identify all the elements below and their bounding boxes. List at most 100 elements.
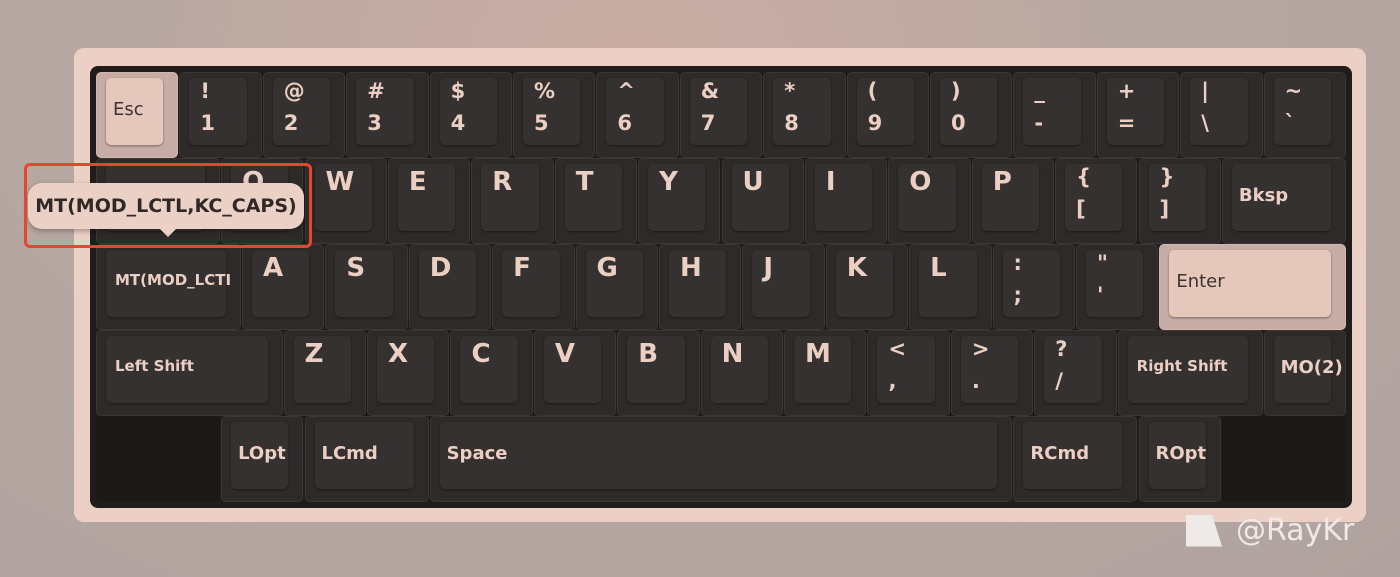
key-f[interactable]: F (492, 244, 575, 330)
key-z[interactable]: Z (283, 330, 367, 416)
key-s[interactable]: S (325, 244, 408, 330)
key-o[interactable]: O (888, 158, 971, 244)
key-legend-bottom: 5 (534, 111, 549, 135)
key-legend-letter: I (825, 167, 836, 197)
key-i[interactable]: I (804, 158, 888, 244)
key-enter[interactable]: Enter (1159, 244, 1346, 330)
key-legend-letter: F (513, 253, 531, 283)
key-l[interactable]: L (909, 244, 992, 330)
key--[interactable]: <, (867, 330, 950, 416)
keycap-top (960, 336, 1019, 403)
key--[interactable]: _ - (1013, 72, 1096, 158)
key--[interactable]: | \ (1180, 72, 1263, 158)
key-9[interactable]: (9 (846, 72, 929, 158)
key-1[interactable]: ! 1 (179, 72, 262, 158)
key-legend-label: Left Shift (115, 357, 194, 375)
key-3[interactable]: #3 (346, 72, 429, 158)
key-legend-letter: O (909, 167, 932, 197)
key-legend-letter: Z (304, 339, 324, 369)
key-ropt[interactable]: ROpt (1138, 416, 1221, 502)
key-r[interactable]: R (471, 158, 554, 244)
key-legend-bottom: 0 (951, 111, 966, 135)
key-right-shift[interactable]: Right Shift (1117, 330, 1263, 416)
key-u[interactable]: U (721, 158, 804, 244)
key-legend-bottom: = (1117, 111, 1136, 135)
key-y[interactable]: Y (638, 158, 721, 244)
watermark-logo-icon (1186, 514, 1222, 547)
key-6[interactable]: ^ 6 (596, 72, 679, 158)
key-legend-letter: L (930, 253, 947, 283)
key-legend-letter: P (992, 167, 1012, 197)
key-legend-top: $ (450, 79, 466, 103)
key-w[interactable]: W (304, 158, 387, 244)
key-0[interactable]: ) 0 (930, 72, 1013, 158)
key-lopt[interactable]: LOpt (221, 416, 304, 502)
key-k[interactable]: K (825, 244, 909, 330)
key-mo-2-[interactable]: MO(2) (1263, 330, 1346, 416)
key-legend-letter: G (596, 253, 618, 283)
key-2[interactable]: @2 (262, 72, 346, 158)
key-legend-top: ? (1055, 337, 1068, 361)
key-e[interactable]: E (387, 158, 471, 244)
key-legend-bottom: , (888, 369, 897, 393)
key-legend-letter: D (429, 253, 452, 283)
keycap-top (1085, 250, 1144, 317)
key-legend-letter: V (554, 339, 575, 369)
key-legend-top: + (1117, 79, 1136, 103)
key-h[interactable]: H (658, 244, 742, 330)
key-space[interactable]: Space (429, 416, 1013, 502)
key-legend-letter: Y (659, 167, 678, 197)
empty-slot (96, 416, 221, 502)
key-legend-top: ) (951, 79, 961, 103)
key-j[interactable]: J (742, 244, 825, 330)
key-esc[interactable]: Esc (96, 72, 179, 158)
key-mt-mod-lcti[interactable]: MT(MOD_LCTI (96, 244, 241, 330)
key-legend-bottom: 3 (367, 111, 382, 135)
key-legend-top: * (784, 79, 796, 103)
key-legend-top: } (1159, 165, 1175, 189)
key--[interactable]: :; (992, 244, 1075, 330)
key-b[interactable]: B (617, 330, 700, 416)
key-legend-bottom: [ (1076, 197, 1086, 221)
keycap-top (773, 78, 831, 145)
key--[interactable]: ~ ` (1263, 72, 1346, 158)
key-4[interactable]: $4 (429, 72, 512, 158)
key-7[interactable]: & 7 (679, 72, 763, 158)
key-x[interactable]: X (367, 330, 450, 416)
key-legend-label: Esc (113, 99, 144, 120)
key--[interactable]: {[ (1055, 158, 1138, 244)
key-legend-letter: J (763, 253, 774, 283)
key-lcmd[interactable]: LCmd (304, 416, 429, 502)
key-legend-label: Space (446, 443, 508, 464)
key--[interactable]: }] (1138, 158, 1221, 244)
key-p[interactable]: P (971, 158, 1055, 244)
key--[interactable]: ? / (1034, 330, 1117, 416)
key-5[interactable]: % 5 (513, 72, 596, 158)
key-legend-letter: W (325, 167, 355, 197)
key-legend-bottom: 1 (200, 111, 216, 135)
key-a[interactable]: A (241, 244, 325, 330)
key--[interactable]: " ' (1075, 244, 1159, 330)
key-d[interactable]: D (408, 244, 492, 330)
key-legend-letter: R (492, 167, 513, 197)
key-left-shift[interactable]: Left Shift (96, 330, 283, 416)
key-legend-letter: S (346, 253, 366, 283)
key-c[interactable]: C (450, 330, 533, 416)
key-m[interactable]: M (784, 330, 867, 416)
key-g[interactable]: G (575, 244, 658, 330)
key-legend-label: RCmd (1030, 443, 1090, 464)
key-legend-letter: A (262, 253, 284, 283)
key-v[interactable]: V (533, 330, 617, 416)
key-rcmd[interactable]: RCmd (1013, 416, 1138, 502)
keycap-top (189, 78, 247, 145)
key-8[interactable]: * 8 (763, 72, 846, 158)
keycap-top (856, 78, 914, 145)
key-n[interactable]: N (700, 330, 784, 416)
key--[interactable]: + = (1096, 72, 1180, 158)
key-legend-letter: B (638, 339, 659, 369)
key--[interactable]: >. (950, 330, 1034, 416)
key-legend-label: Enter (1176, 271, 1225, 292)
key-t[interactable]: T (554, 158, 638, 244)
key-bksp[interactable]: Bksp (1221, 158, 1346, 244)
keycap-top (1065, 164, 1123, 231)
